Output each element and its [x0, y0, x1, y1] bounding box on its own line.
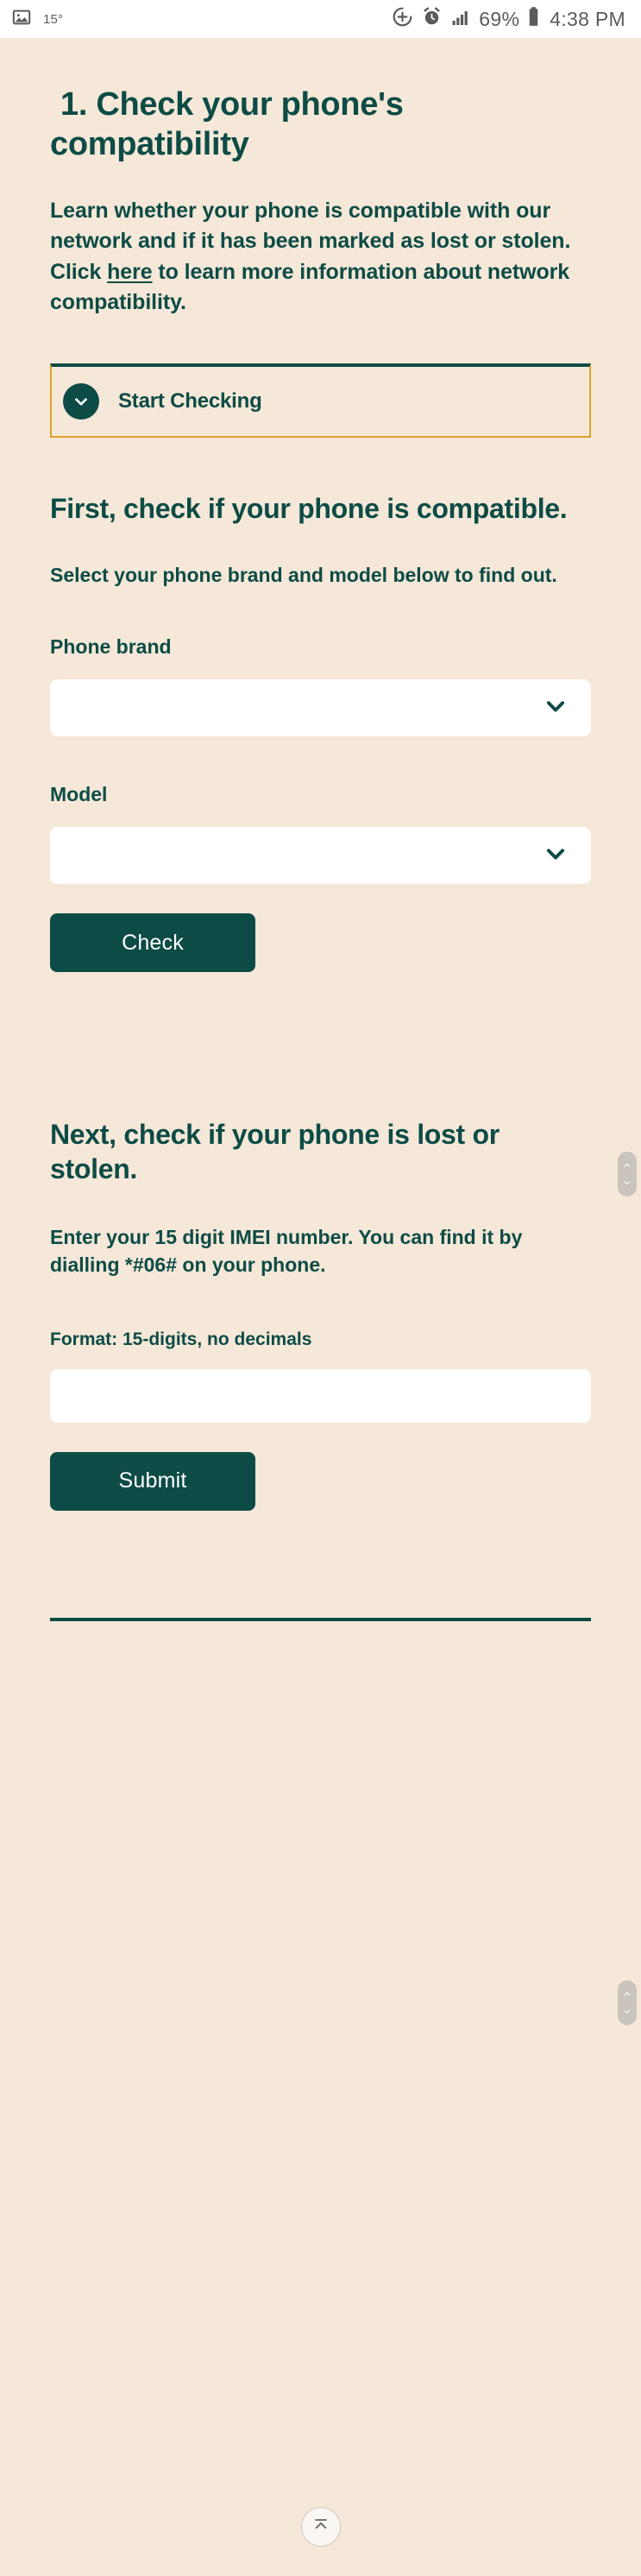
- clock-label: 4:38 PM: [550, 7, 625, 30]
- battery-icon: [527, 6, 540, 32]
- check-button[interactable]: Check: [50, 913, 255, 973]
- model-label: Model: [50, 783, 108, 806]
- chevron-down-icon: [543, 841, 569, 871]
- lost-stolen-section: Next, check if your phone is lost or sto…: [50, 1117, 591, 1511]
- section-two-subtext: Enter your 15 digit IMEI number. You can…: [50, 1226, 523, 1277]
- section-one-heading: First, check if your phone is compatible…: [50, 492, 568, 524]
- status-bar-right: 69% 4:38 PM: [392, 6, 625, 32]
- accordion-label: Start Checking: [118, 388, 262, 413]
- arrow-to-top-icon: [311, 2516, 330, 2539]
- download-progress-icon: [392, 6, 413, 32]
- status-bar: 15° 69% 4:38 PM: [0, 0, 641, 38]
- page-title: 1. Check your phone's compatibility: [50, 86, 404, 163]
- chevron-down-icon: [543, 693, 569, 723]
- scroll-hint-indicator[interactable]: [618, 1980, 637, 2025]
- chevron-down-icon: [63, 382, 99, 420]
- footer-divider: [50, 1617, 591, 1621]
- image-icon: [12, 8, 31, 31]
- status-bar-left: 15°: [12, 8, 63, 31]
- compatibility-section: First, check if your phone is compatible…: [50, 491, 591, 973]
- scroll-to-top-button[interactable]: [300, 2507, 341, 2547]
- battery-percent-label: 69%: [479, 7, 520, 30]
- scroll-hint-indicator[interactable]: [618, 1152, 637, 1196]
- temperature-label: 15°: [43, 11, 64, 27]
- imei-format-label: Format: 15-digits, no decimals: [50, 1329, 312, 1349]
- page-content: 1. Check your phone's compatibility Lear…: [0, 38, 641, 2576]
- submit-button[interactable]: Submit: [50, 1451, 255, 1511]
- intro-paragraph: Learn whether your phone is compatible w…: [50, 196, 591, 319]
- signal-icon: [450, 7, 471, 32]
- model-select[interactable]: [50, 827, 591, 885]
- start-checking-accordion[interactable]: Start Checking: [50, 363, 591, 438]
- phone-brand-label: Phone brand: [50, 635, 172, 659]
- phone-brand-select[interactable]: [50, 679, 591, 737]
- section-two-heading: Next, check if your phone is lost or sto…: [50, 1119, 500, 1185]
- section-one-subtext: Select your phone brand and model below …: [50, 563, 557, 586]
- here-link[interactable]: here: [107, 260, 153, 284]
- imei-input[interactable]: [50, 1368, 591, 1423]
- alarm-icon: [421, 6, 443, 32]
